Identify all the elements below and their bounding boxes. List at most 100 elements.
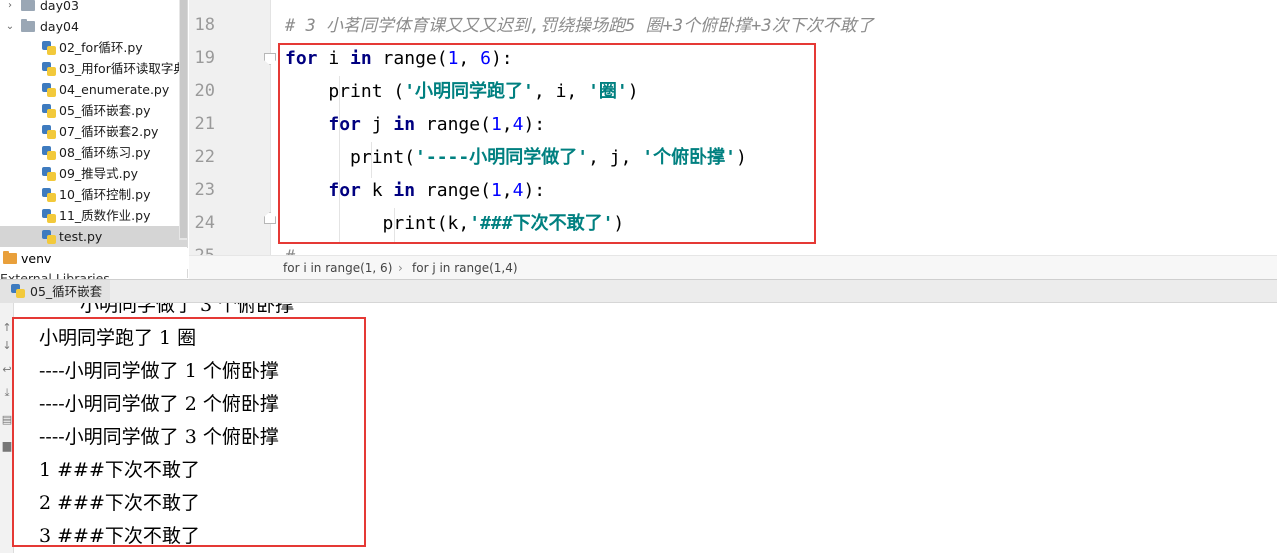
python-file-icon xyxy=(42,167,56,181)
python-file-icon xyxy=(42,209,56,223)
scroll-down-icon[interactable]: ↓ xyxy=(1,339,13,353)
tree-item-label: 04_enumerate.py xyxy=(59,82,170,97)
code-keyword: for xyxy=(328,180,361,201)
tree-item-label: venv xyxy=(21,251,52,266)
tree-item-file[interactable]: 08_循环练习.py xyxy=(0,142,187,163)
print-icon[interactable]: ▤ xyxy=(1,413,13,427)
code-number: 1 xyxy=(490,114,502,135)
code-line: for j in range(1,4): xyxy=(285,108,545,141)
code-number: 4 xyxy=(512,180,524,201)
chevron-down-icon[interactable]: ⌄ xyxy=(4,16,16,37)
code-text: print ( xyxy=(285,81,405,102)
code-keyword: in xyxy=(393,180,416,201)
code-keyword: for xyxy=(328,114,361,135)
code-text: range( xyxy=(415,180,491,201)
code-text: , xyxy=(458,48,481,69)
code-text: ): xyxy=(523,114,546,135)
tree-item-folder[interactable]: › day03 xyxy=(0,0,187,16)
code-string: '小明同学跑了' xyxy=(404,81,534,102)
tree-item-venv[interactable]: venv xyxy=(0,248,188,269)
tree-item-file[interactable]: 04_enumerate.py xyxy=(0,79,187,100)
code-number: 1 xyxy=(447,48,459,69)
code-text: , xyxy=(501,180,513,201)
code-text: range( xyxy=(371,48,448,69)
code-text: print( xyxy=(285,147,416,168)
code-string: '###下次不敢了' xyxy=(469,213,614,234)
console-output-line: 小明同学跑了 1 圈 xyxy=(39,327,197,349)
code-line: print('----小明同学做了', j, '个俯卧撑') xyxy=(285,141,747,174)
line-number: 23 xyxy=(194,180,215,200)
code-editor[interactable]: 18 19 20 21 22 23 24 25 # 3 小茗同学体育课又又又迟到,罚绕操场跑5… xyxy=(189,0,1277,255)
tree-item-file[interactable]: 03_用for循环读取字典.py xyxy=(0,58,187,79)
tree-item-file[interactable]: 02_for循环.py xyxy=(0,37,187,58)
soft-wrap-icon[interactable]: ↩ xyxy=(1,363,13,377)
code-text: i xyxy=(317,48,351,69)
trash-icon[interactable]: ▆ xyxy=(1,439,13,453)
tree-item-label: 02_for循环.py xyxy=(59,40,143,55)
console-output-line: 3 ###下次不敢了 xyxy=(39,525,200,547)
tree-item-label: 10_循环控制.py xyxy=(59,187,151,202)
python-file-icon xyxy=(42,41,56,55)
python-file-icon xyxy=(42,188,56,202)
line-number: 24 xyxy=(194,213,215,233)
chevron-right-icon[interactable]: › xyxy=(4,0,16,16)
breadcrumb-item[interactable]: for j in range(1,4) xyxy=(412,256,518,280)
line-number: 22 xyxy=(194,147,215,167)
code-keyword: in xyxy=(393,114,416,135)
tree-item-file[interactable]: 10_循环控制.py xyxy=(0,184,187,205)
comment-text: # xyxy=(285,247,295,255)
code-keyword: for xyxy=(285,48,318,69)
console-output-line: 1 ###下次不敢了 xyxy=(39,459,200,481)
code-number: 6 xyxy=(480,48,491,69)
tree-item-label: 09_推导式.py xyxy=(59,166,138,181)
python-file-icon xyxy=(42,104,56,118)
tree-item-label: 11_质数作业.py xyxy=(59,208,151,223)
code-text: , xyxy=(501,114,513,135)
code-number: 4 xyxy=(512,114,524,135)
run-tool-window-header: 05_循环嵌套 xyxy=(0,279,1277,303)
python-file-icon xyxy=(42,83,56,97)
tree-item-file[interactable]: test.py xyxy=(0,226,187,247)
run-tab[interactable]: 05_循环嵌套 xyxy=(0,280,110,303)
python-file-icon xyxy=(42,146,56,160)
code-string: '圈' xyxy=(588,81,628,102)
code-keyword: in xyxy=(350,48,372,69)
tree-item-label: test.py xyxy=(59,229,103,244)
tree-item-label: day03 xyxy=(40,0,79,13)
code-text: ): xyxy=(523,180,546,201)
console-toolbar: ↑ ↓ ↩ ⤓ ▤ ▆ xyxy=(0,303,14,553)
scroll-to-end-icon[interactable]: ⤓ xyxy=(1,386,13,400)
code-text: ): xyxy=(490,48,513,69)
tree-item-folder[interactable]: ⌄ day04 xyxy=(0,16,187,37)
code-text: ) xyxy=(627,81,639,102)
python-file-icon xyxy=(42,125,56,139)
breadcrumb-item[interactable]: for i in range(1, 6) xyxy=(283,256,392,280)
console-output-line: 小明同学做了 3 个俯卧撑 xyxy=(80,303,295,316)
code-line: for i in range(1, 6): xyxy=(285,42,513,75)
folder-icon xyxy=(21,19,35,32)
code-text: ) xyxy=(613,213,625,234)
python-file-icon xyxy=(42,230,56,244)
tree-scrollbar-thumb[interactable] xyxy=(180,0,187,238)
comment-text: # 3 小茗同学体育课又又又迟到,罚绕操场跑5 圈+3个俯卧撑+3次下次不敢了 xyxy=(285,16,874,36)
code-text: , j, xyxy=(588,147,643,168)
folder-icon xyxy=(21,0,35,11)
console-output-line: ----小明同学做了 1 个俯卧撑 xyxy=(39,360,279,382)
tree-item-label: day04 xyxy=(40,19,79,34)
console-output-line: ----小明同学做了 2 个俯卧撑 xyxy=(39,393,279,415)
python-file-icon xyxy=(42,62,56,76)
tree-scrollbar[interactable] xyxy=(179,0,187,240)
run-console[interactable]: ↑ ↓ ↩ ⤓ ▤ ▆ 小明同学做了 3 个俯卧撑小明同学跑了 1 圈 ----小… xyxy=(0,303,1277,553)
code-text: k xyxy=(360,180,394,201)
tree-item-file[interactable]: 05_循环嵌套.py xyxy=(0,100,187,121)
project-tree: › day03 ⌄ day04 02_for循环.py 03_用for循环读取字典.py 0… xyxy=(0,0,188,278)
tree-item-external-libraries[interactable]: External Libraries xyxy=(0,269,152,279)
line-number: 21 xyxy=(194,114,215,134)
tree-item-file[interactable]: 11_质数作业.py xyxy=(0,205,187,226)
scroll-up-icon[interactable]: ↑ xyxy=(1,321,13,335)
tree-item-file[interactable]: 07_循环嵌套2.py xyxy=(0,121,187,142)
line-number: 19 xyxy=(194,48,215,68)
tree-item-file[interactable]: 09_推导式.py xyxy=(0,163,187,184)
code-text: , i, xyxy=(533,81,589,102)
